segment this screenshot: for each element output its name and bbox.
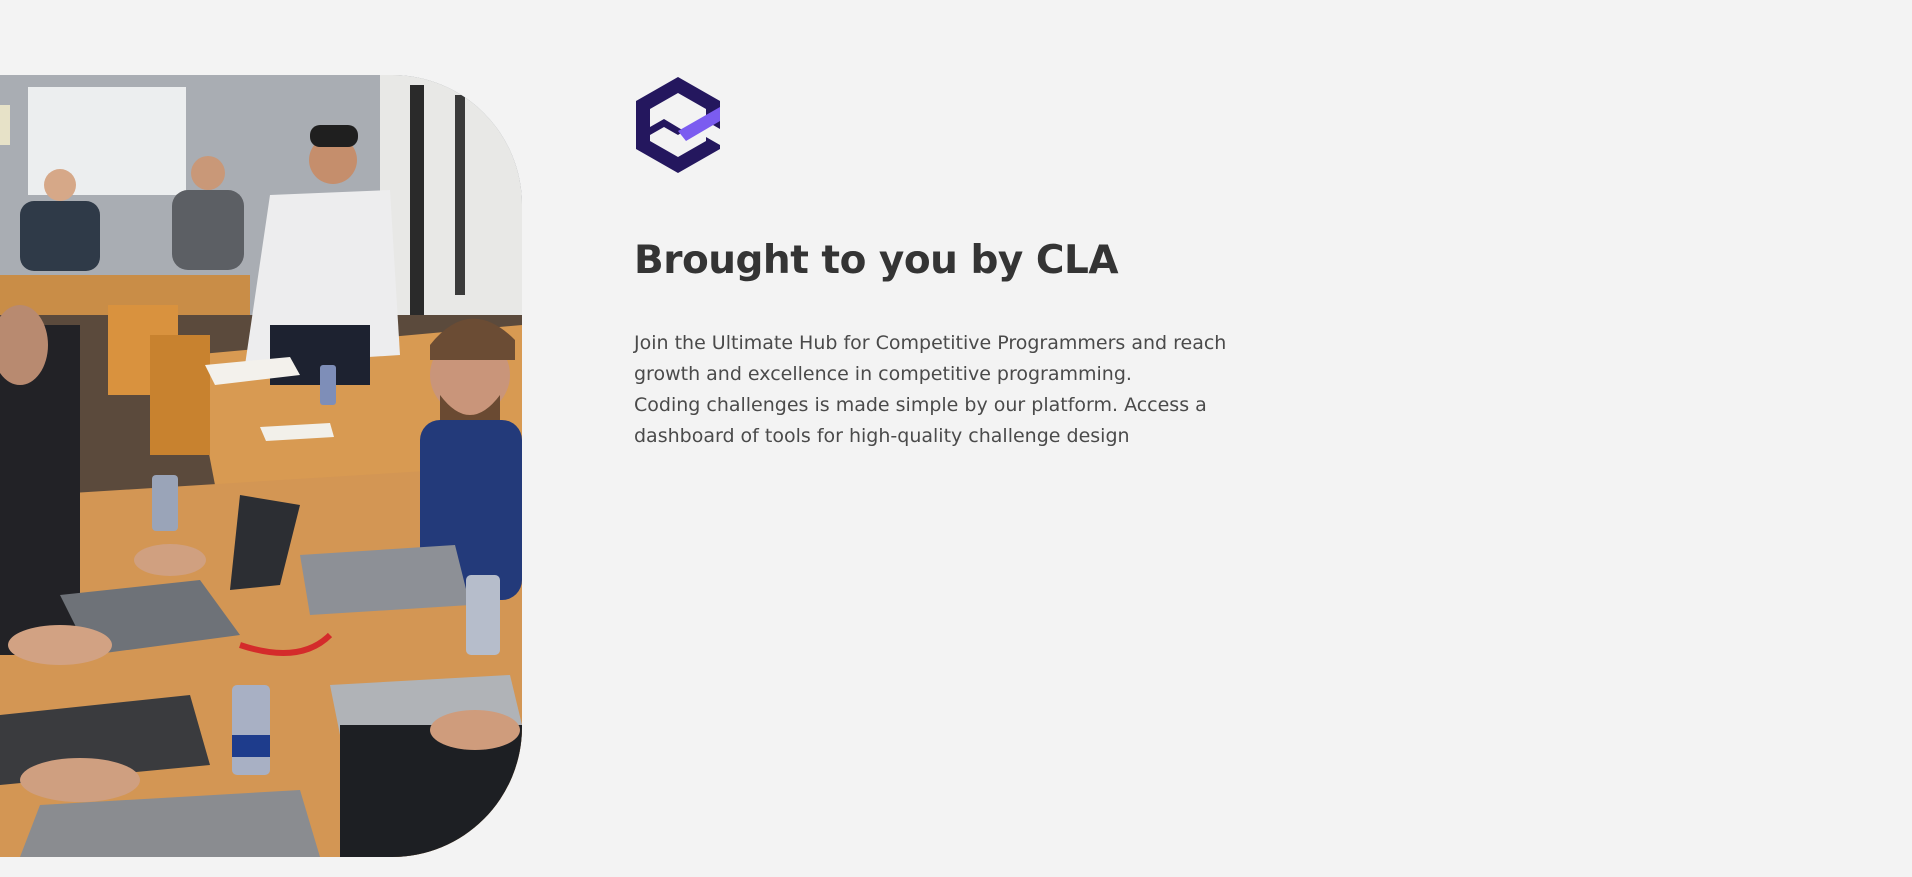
hero-description: Join the Ultimate Hub for Competitive Pr… [634,328,1294,452]
cla-logo-icon [634,75,722,175]
hero-photo [0,75,522,857]
description-paragraph-2: Coding challenges is made simple by our … [634,394,1207,447]
description-paragraph-1: Join the Ultimate Hub for Competitive Pr… [634,332,1227,385]
page-heading: Brought to you by CLA [634,238,1119,283]
hero-section: Brought to you by CLA Join the Ultimate … [0,0,1912,877]
coding-room-photo-illustration [0,75,522,857]
